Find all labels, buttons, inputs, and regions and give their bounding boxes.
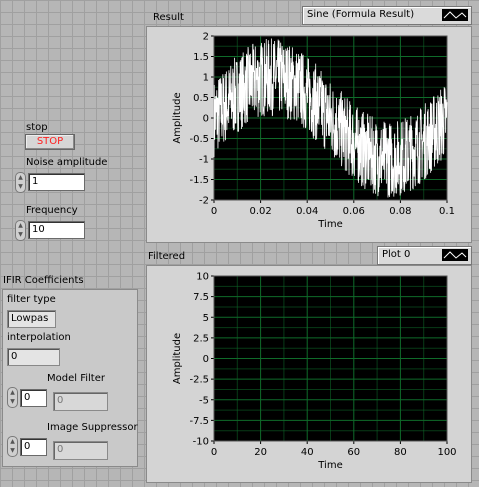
filter-type-field: Lowpas (7, 310, 56, 328)
y-tick-label: -7.5 (189, 416, 209, 427)
result-plot-legend[interactable]: Sine (Formula Result) (302, 6, 472, 25)
x-tick-label: 0.02 (249, 206, 271, 217)
filtered-graph-panel: 0 20 40 60 80 100 10 7.5 5 2.5 0 -2.5 -5 -7.5 -10 Time A… (146, 265, 472, 483)
y-tick-label: 7.5 (193, 292, 209, 303)
y-tick-label: 0 (203, 354, 209, 365)
x-tick-label: 80 (394, 447, 407, 458)
x-tick-label: 40 (301, 447, 314, 458)
x-tick-label: 0.08 (389, 206, 411, 217)
y-tick-label: 2.5 (193, 333, 209, 344)
image-suppressor-value: 0 (53, 441, 108, 460)
stop-button[interactable]: STOP (25, 134, 75, 150)
x-tick-label: 0 (211, 206, 217, 217)
y-tick-label: 10 (196, 272, 209, 283)
filtered-graph-label: Filtered (148, 251, 186, 262)
x-tick-label: 60 (347, 447, 360, 458)
model-filter-index-stepper[interactable]: ▲ ▼ (7, 387, 18, 408)
y-tick-label: 2 (203, 32, 209, 43)
y-tick-label: -1 (199, 155, 209, 166)
model-filter-value: 0 (53, 392, 108, 411)
interpolation-field: 0 (7, 348, 60, 366)
x-tick-label: 0.04 (296, 206, 318, 217)
interpolation-label: interpolation (7, 332, 71, 343)
ifir-coefficients-title: IFIR Coefficients (3, 275, 84, 286)
stop-label: stop (26, 122, 48, 133)
line-style-icon (442, 249, 468, 261)
x-axis-label: Time (317, 219, 342, 230)
x-tick-label: 0.06 (343, 206, 365, 217)
line-style-icon (442, 9, 468, 21)
result-chart: 0 0.02 0.04 0.06 0.08 0.1 2 1.5 1 0.5 0 -0.5 -1 -1.5 -… (172, 32, 455, 231)
y-tick-label: -0.5 (189, 134, 209, 145)
y-tick-label: -5 (199, 395, 209, 406)
x-tick-label: 0 (211, 447, 217, 458)
result-legend-text: Sine (Formula Result) (307, 9, 415, 20)
filtered-plot-legend[interactable]: Plot 0 (377, 246, 472, 265)
result-graph-panel: 0 0.02 0.04 0.06 0.08 0.1 2 1.5 1 0.5 0 -0.5 -1 -1.5 -… (146, 26, 472, 243)
y-tick-label: -2.5 (189, 375, 209, 386)
y-tick-label: 1.5 (193, 52, 209, 63)
frequency-input[interactable]: 10 (28, 221, 85, 239)
y-tick-label: -10 (193, 437, 209, 448)
y-tick-label: -1.5 (189, 175, 209, 186)
model-filter-label: Model Filter (47, 373, 105, 384)
y-axis-label: Amplitude (172, 92, 183, 143)
frequency-stepper[interactable]: ▲ ▼ (15, 220, 26, 241)
filter-type-label: filter type (7, 294, 56, 305)
image-suppressor-label: Image Suppressor (47, 422, 138, 433)
y-tick-label: -2 (199, 196, 209, 207)
x-axis-label: Time (317, 460, 342, 471)
noise-amplitude-stepper[interactable]: ▲ ▼ (15, 172, 26, 193)
result-graph-label: Result (153, 12, 184, 23)
filtered-chart: 0 20 40 60 80 100 10 7.5 5 2.5 0 -2.5 -5 -7.5 -10 Time A… (172, 272, 457, 472)
x-tick-label: 100 (437, 447, 456, 458)
noise-amplitude-input[interactable]: 1 (28, 173, 85, 191)
image-suppressor-index[interactable]: 0 (20, 438, 47, 456)
noise-amplitude-label: Noise amplitude (26, 157, 108, 168)
y-tick-label: 1 (203, 73, 209, 84)
y-tick-label: 0.5 (193, 93, 209, 104)
x-tick-label: 0.1 (439, 206, 455, 217)
image-suppressor-index-stepper[interactable]: ▲ ▼ (7, 436, 18, 457)
filtered-legend-text: Plot 0 (382, 249, 411, 260)
y-tick-label: 5 (203, 313, 209, 324)
y-axis-label: Amplitude (172, 333, 183, 384)
y-tick-label: 0 (203, 114, 209, 125)
frequency-label: Frequency (26, 205, 78, 216)
model-filter-index[interactable]: 0 (20, 389, 47, 407)
x-tick-label: 20 (254, 447, 267, 458)
